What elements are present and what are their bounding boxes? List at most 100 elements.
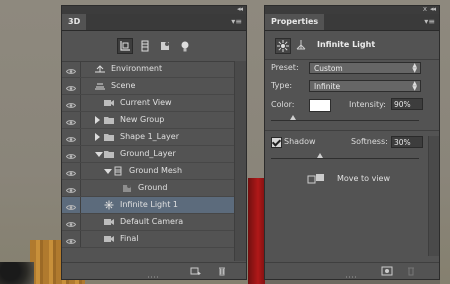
layer-row[interactable]: Final [62,231,234,248]
properties-scrollbar[interactable] [428,136,439,256]
intensity-slider[interactable] [271,115,419,121]
column-separator [80,78,81,94]
panel-menu-icon[interactable]: ▾≡ [424,17,435,26]
collapse-icon[interactable]: ◂◂ [237,5,243,13]
softness-input[interactable]: 30% [391,136,423,148]
type-value: Infinite [314,82,341,91]
delete-icon[interactable] [405,266,417,276]
color-label: Color: [271,100,295,109]
layer-label: New Group [120,115,165,124]
3d-filter-toolbar [62,31,246,62]
whole-scene-filter-icon[interactable] [117,38,133,54]
canvas-dark-object [0,262,34,284]
preset-label: Preset: [271,63,299,72]
move-to-view-label: Move to view [337,174,390,183]
softness-slider[interactable] [271,153,419,159]
layer-label: Infinite Light 1 [120,200,178,209]
layer-row[interactable]: Ground_Layer [62,146,234,163]
select-carets-icon: ▲ ▼ [412,80,417,92]
layer-row[interactable]: Ground Mesh [62,163,234,180]
layer-label: Final [120,234,139,243]
column-separator [80,197,81,213]
visibility-eye-icon[interactable] [65,99,77,108]
lights-filter-icon[interactable] [178,39,192,53]
visibility-eye-icon[interactable] [65,201,77,210]
properties-header: Infinite Light [265,31,439,60]
visibility-eye-icon[interactable] [65,235,77,244]
visibility-eye-icon[interactable] [65,218,77,227]
layer-row[interactable]: Scene [62,78,234,95]
resize-grip[interactable] [148,276,160,278]
column-separator [80,146,81,162]
select-carets-icon: ▲ ▼ [412,62,417,74]
layer-scrollbar[interactable] [234,61,246,261]
scene-icon [94,81,106,91]
column-separator [80,180,81,196]
mesh-icon [112,166,124,176]
preset-value: Custom [314,64,343,73]
expand-right-icon[interactable] [95,116,100,124]
render-icon[interactable] [381,266,393,276]
properties-title: Infinite Light [317,40,376,49]
column-separator [80,112,81,128]
layer-row[interactable]: New Group [62,112,234,129]
close-icon[interactable]: x [423,5,427,13]
layer-row[interactable]: Current View [62,95,234,112]
delete-icon[interactable] [216,266,228,276]
type-label: Type: [271,81,293,90]
camera-icon [103,98,115,108]
layer-row[interactable]: Infinite Light 1 [62,197,234,214]
scene-layer-tree: Environment Scene Current View New Group Sha… [62,61,234,248]
environment-icon [94,64,106,74]
add-light-icon[interactable] [190,266,202,276]
intensity-label: Intensity: [349,100,386,109]
camera-icon [103,234,115,244]
camera-icon [103,217,115,227]
infinite-light-icon[interactable] [275,38,291,54]
3d-panel: ◂◂ 3D ▾≡ Environment Scene Current View New… [61,5,247,280]
visibility-eye-icon[interactable] [65,150,77,159]
visibility-eye-icon[interactable] [65,167,77,176]
layer-label: Shape 1_Layer [120,132,179,141]
divider [265,130,439,131]
visibility-eye-icon[interactable] [65,116,77,125]
move-to-view-icon [307,174,324,184]
visibility-eye-icon[interactable] [65,82,77,91]
layer-row[interactable]: Shape 1_Layer [62,129,234,146]
properties-panel: x ◂◂ Properties ▾≡ Infinite Light Preset… [264,5,440,280]
softness-slider-thumb[interactable] [317,153,323,158]
expand-down-icon[interactable] [104,169,112,174]
folder-icon [103,115,115,125]
panel-menu-icon[interactable]: ▾≡ [231,17,242,26]
expand-down-icon[interactable] [95,152,103,157]
light-color-swatch[interactable] [309,99,331,112]
visibility-eye-icon[interactable] [65,65,77,74]
tab-row: Properties ▾≡ [265,14,439,31]
layer-label: Environment [111,64,163,73]
visibility-eye-icon[interactable] [65,184,77,193]
intensity-input[interactable]: 90% [391,98,423,110]
layer-row[interactable]: Default Camera [62,214,234,231]
meshes-filter-icon[interactable] [138,39,152,53]
coordinates-icon[interactable] [295,39,307,51]
softness-label: Softness: [351,137,388,146]
infinite-light-icon [103,200,115,210]
resize-grip[interactable] [346,276,358,278]
intensity-slider-thumb[interactable] [290,115,296,120]
materials-filter-icon[interactable] [158,39,172,53]
column-separator [80,163,81,179]
expand-right-icon[interactable] [95,133,100,141]
preset-select[interactable]: Custom ▲ ▼ [309,62,421,74]
move-to-view-button[interactable]: Move to view [307,172,407,186]
tab-3d[interactable]: 3D [62,14,87,30]
layer-row[interactable]: Environment [62,61,234,78]
column-separator [80,95,81,111]
column-separator [80,214,81,230]
column-separator [80,129,81,145]
tab-properties[interactable]: Properties [265,14,325,30]
visibility-eye-icon[interactable] [65,133,77,142]
type-select[interactable]: Infinite ▲ ▼ [309,80,421,92]
collapse-icon[interactable]: ◂◂ [430,5,436,13]
shadow-checkbox[interactable] [271,137,282,148]
layer-row[interactable]: Ground [62,180,234,197]
